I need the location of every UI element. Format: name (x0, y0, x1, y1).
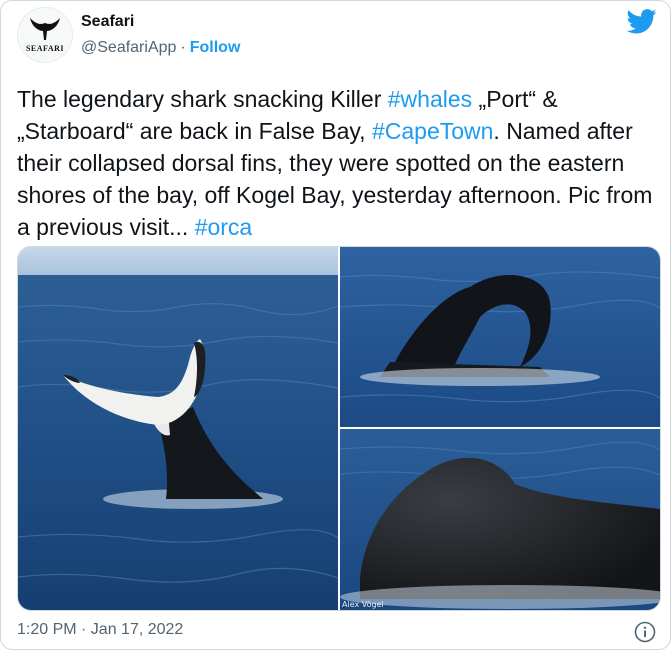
info-icon[interactable] (634, 621, 656, 643)
media-grid: Alex Vögel (17, 246, 661, 611)
hashtag-capetown-link[interactable]: #CapeTown (372, 118, 493, 144)
twitter-bird-icon[interactable] (627, 9, 657, 34)
author-name[interactable]: Seafari (81, 13, 134, 31)
separator-dot: · (180, 39, 186, 56)
photo-orca-fin[interactable] (340, 247, 660, 427)
author-avatar[interactable]: SEAFARI (17, 7, 73, 63)
tweet-text: The legendary shark snacking Killer #wha… (17, 83, 657, 243)
author-handle[interactable]: @SeafariApp (81, 39, 176, 56)
hashtag-orca-link[interactable]: #orca (195, 214, 253, 240)
tweet-timestamp[interactable]: 1:20 PM · Jan 17, 2022 (17, 621, 183, 639)
photo-orca-tail[interactable] (18, 247, 338, 610)
photo-credit: Alex Vögel (342, 600, 384, 609)
whale-tail-logo-icon (30, 18, 60, 40)
photo-orca-head[interactable]: Alex Vögel (340, 429, 660, 610)
hashtag-whales-link[interactable]: #whales (388, 86, 472, 112)
tweet-card: SEAFARI Seafari @SeafariApp · Follow The l… (0, 0, 671, 650)
follow-button[interactable]: Follow (190, 39, 241, 56)
tweet-text-segment: The legendary shark snacking Killer (17, 86, 388, 112)
author-handle-row: @SeafariApp · Follow (81, 39, 240, 57)
avatar-brand-text: SEAFARI (25, 44, 65, 53)
